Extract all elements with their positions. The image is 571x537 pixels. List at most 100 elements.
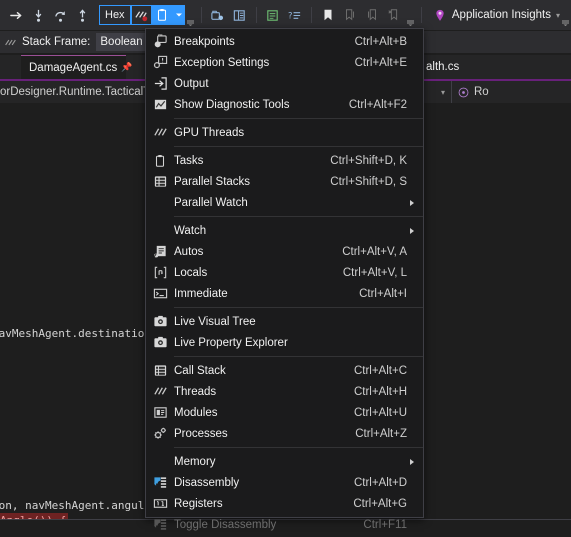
parallel-stacks-icon xyxy=(146,174,174,189)
live-property-explorer-icon xyxy=(146,335,174,350)
immediate-icon xyxy=(146,286,174,301)
menu-item-autos[interactable]: Autos Ctrl+Alt+V, A xyxy=(146,241,423,262)
code-line: navMeshAgent.destination) xyxy=(0,327,158,340)
menu-item-shortcut: Ctrl+F11 xyxy=(363,518,407,531)
menu-item-label: Threads xyxy=(174,385,217,398)
tab-label: alth.cs xyxy=(426,61,460,73)
exception-settings-icon xyxy=(146,55,174,70)
menu-item-label: Memory xyxy=(174,455,216,468)
menu-item-live-visual-tree[interactable]: Live Visual Tree xyxy=(146,311,423,332)
namespace-value: orDesigner.Runtime.TacticalT xyxy=(0,86,146,98)
menu-item-breakpoints[interactable]: Breakpoints Ctrl+Alt+B xyxy=(146,31,423,52)
chevron-down-icon: ▾ xyxy=(440,87,445,97)
visual-studio-window: Stack Frame: Boolean N DamageAgent.cs 📌 … xyxy=(0,0,571,537)
menu-item-exception-settings[interactable]: Exception Settings Ctrl+Alt+E xyxy=(146,52,423,73)
disassembly-icon xyxy=(146,475,174,490)
menu-item-shortcut: Ctrl+Shift+D, S xyxy=(330,175,407,188)
roslyn-label: Ro xyxy=(474,86,489,98)
toggle-disassembly-icon xyxy=(146,517,174,532)
location-pin-icon xyxy=(433,8,447,23)
toolbar-divider xyxy=(200,7,202,23)
menu-item-label: Disassembly xyxy=(174,476,240,489)
step-over-icon[interactable] xyxy=(49,4,71,26)
hex-display-toggle[interactable]: Hex xyxy=(99,5,131,25)
info-circle-icon xyxy=(458,87,469,98)
roslyn-indicator[interactable]: Ro xyxy=(451,81,571,103)
new-breakpoint-icon[interactable] xyxy=(207,4,229,26)
namespace-dropdown[interactable]: orDesigner.Runtime.TacticalT xyxy=(0,81,146,103)
menu-item-output[interactable]: Output xyxy=(146,73,423,94)
svg-text:?: ? xyxy=(288,10,292,20)
step-into-icon[interactable] xyxy=(27,4,49,26)
menu-item-label: Tasks xyxy=(174,154,204,167)
step-out-icon[interactable] xyxy=(71,4,93,26)
breakpoint-settings-icon[interactable] xyxy=(229,4,251,26)
menu-item-label: Output xyxy=(174,77,209,90)
menu-item-parallel-stacks[interactable]: Parallel Stacks Ctrl+Shift+D, S xyxy=(146,171,423,192)
menu-item-label: Watch xyxy=(174,224,207,237)
previous-bookmark-icon[interactable] xyxy=(339,4,361,26)
diagnostic-tools-icon xyxy=(146,97,174,112)
menu-separator xyxy=(174,216,423,217)
code-line: ion, navMeshAgent.angula xyxy=(0,499,151,512)
menu-separator xyxy=(174,447,423,448)
gpu-threads-toolbar-icon[interactable] xyxy=(130,5,152,25)
menu-item-disassembly[interactable]: Disassembly Ctrl+Alt+D xyxy=(146,472,423,493)
menu-item-memory[interactable]: Memory xyxy=(146,451,423,472)
toolbar-overflow-1[interactable] xyxy=(185,4,196,26)
menu-item-label: Autos xyxy=(174,245,204,258)
tasks-toolbar-icon[interactable] xyxy=(151,5,173,25)
live-visual-tree-icon xyxy=(146,314,174,329)
pin-icon[interactable]: 📌 xyxy=(121,62,132,73)
clear-bookmarks-icon[interactable] xyxy=(383,4,405,26)
menu-item-shortcut: Ctrl+Alt+C xyxy=(353,364,407,377)
menu-item-parallel-watch[interactable]: Parallel Watch xyxy=(146,192,423,213)
menu-item-shortcut: Ctrl+Alt+U xyxy=(353,406,407,419)
processes-icon xyxy=(146,426,174,441)
menu-item-modules[interactable]: Modules Ctrl+Alt+U xyxy=(146,402,423,423)
menu-item-label: Live Property Explorer xyxy=(174,336,288,349)
menu-item-immediate[interactable]: Immediate Ctrl+Alt+I xyxy=(146,283,423,304)
toolbar-overflow-3[interactable] xyxy=(560,4,571,26)
continue-arrow-icon[interactable] xyxy=(5,4,27,26)
toolbar-overflow-2[interactable] xyxy=(405,4,416,26)
menu-item-live-property-explorer[interactable]: Live Property Explorer xyxy=(146,332,423,353)
toolbar-divider xyxy=(310,7,312,23)
menu-item-label: Breakpoints xyxy=(174,35,235,48)
menu-separator xyxy=(174,146,423,147)
show-next-statement-icon[interactable] xyxy=(262,4,284,26)
menu-item-show-diagnostic-tools[interactable]: Show Diagnostic Tools Ctrl+Alt+F2 xyxy=(146,94,423,115)
tab-label: DamageAgent.cs xyxy=(29,61,118,74)
menu-item-processes[interactable]: Processes Ctrl+Alt+Z xyxy=(146,423,423,444)
menu-item-label: Live Visual Tree xyxy=(174,315,256,328)
tab-health[interactable]: alth.cs xyxy=(418,55,478,79)
menu-item-label: Modules xyxy=(174,406,218,419)
application-insights-button[interactable]: Application Insights ▾ xyxy=(433,8,560,23)
menu-item-threads[interactable]: Threads Ctrl+Alt+H xyxy=(146,381,423,402)
menu-item-gpu-threads[interactable]: GPU Threads xyxy=(146,122,423,143)
menu-item-label: GPU Threads xyxy=(174,126,245,139)
debug-windows-menu[interactable]: Breakpoints Ctrl+Alt+B Exception Settings C… xyxy=(145,28,424,531)
bookmark-icon[interactable] xyxy=(317,4,339,26)
menu-item-shortcut: Ctrl+Alt+V, A xyxy=(342,245,407,258)
menu-item-label: Show Diagnostic Tools xyxy=(174,98,290,111)
menu-item-shortcut: Ctrl+Alt+V, L xyxy=(342,266,407,279)
next-bookmark-icon[interactable] xyxy=(361,4,383,26)
menu-item-call-stack[interactable]: Call Stack Ctrl+Alt+C xyxy=(146,360,423,381)
menu-item-registers[interactable]: Registers Ctrl+Alt+G xyxy=(146,493,423,514)
menu-separator xyxy=(174,118,423,119)
debug-toolbar: Hex ? Application Insights ▾ xyxy=(0,0,571,30)
stack-frame-label: Stack Frame: xyxy=(22,36,91,48)
menu-item-shortcut: Ctrl+Alt+I xyxy=(359,287,407,300)
gpu-threads-icon xyxy=(146,125,174,140)
menu-item-shortcut: Ctrl+Alt+H xyxy=(353,385,407,398)
hex-label: Hex xyxy=(105,9,125,21)
step-help-icon[interactable]: ? xyxy=(284,4,306,26)
tasks-dropdown-caret[interactable] xyxy=(172,5,185,25)
menu-item-watch[interactable]: Watch xyxy=(146,220,423,241)
tab-damageagent[interactable]: DamageAgent.cs 📌 xyxy=(21,55,132,79)
menu-item-tasks[interactable]: Tasks Ctrl+Shift+D, K xyxy=(146,150,423,171)
menu-item-label: Exception Settings xyxy=(174,56,270,69)
menu-item-shortcut: Ctrl+Alt+D xyxy=(353,476,407,489)
menu-item-locals[interactable]: Locals Ctrl+Alt+V, L xyxy=(146,262,423,283)
